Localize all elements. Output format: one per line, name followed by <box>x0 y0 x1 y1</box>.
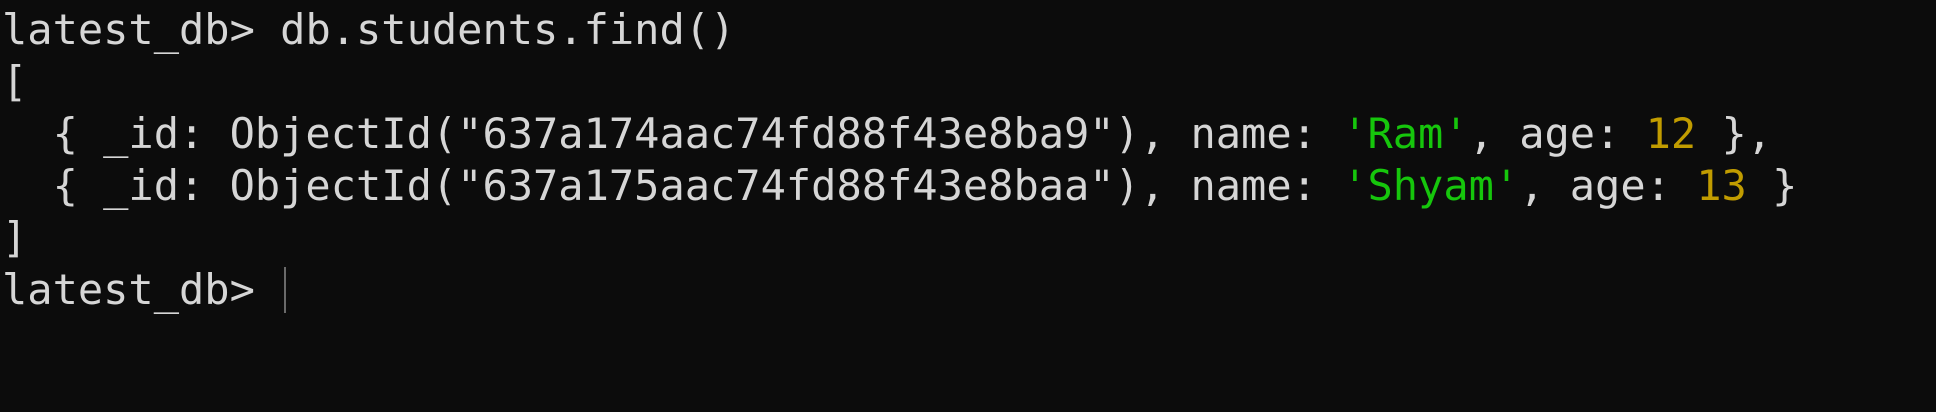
close-bracket: ] <box>2 213 28 262</box>
record-suffix: }, <box>1696 109 1773 158</box>
record-prefix: { _id: <box>2 109 230 158</box>
age-value: 13 <box>1696 161 1747 210</box>
prompt: latest_db> <box>2 265 281 314</box>
object-id: ObjectId("637a174aac74fd88f43e8ba9") <box>229 109 1140 158</box>
text-cursor <box>284 266 287 313</box>
name-value: 'Ram' <box>1342 109 1469 158</box>
name-label: , name: <box>1139 161 1343 210</box>
age-value: 12 <box>1645 109 1697 158</box>
age-label: , age: <box>1468 109 1646 158</box>
object-id: ObjectId("637a175aac74fd88f43e8baa") <box>229 161 1140 210</box>
record-prefix: { _id: <box>2 161 230 210</box>
age-label: , age: <box>1519 161 1697 210</box>
terminal-window[interactable]: latest_db> db.students.find() [ { _id: O… <box>0 0 1936 412</box>
name-value: 'Shyam' <box>1342 161 1520 210</box>
prompt: latest_db> <box>2 5 281 54</box>
result-record: { _id: ObjectId("637a175aac74fd88f43e8ba… <box>0 160 1936 212</box>
open-bracket: [ <box>2 57 28 106</box>
input-line[interactable]: latest_db> <box>0 264 1936 316</box>
command-line: latest_db> db.students.find() <box>0 4 1936 56</box>
result-record: { _id: ObjectId("637a174aac74fd88f43e8ba… <box>0 108 1936 160</box>
name-label: , name: <box>1139 109 1343 158</box>
record-suffix: } <box>1746 161 1798 210</box>
command-text: db.students.find() <box>280 5 736 54</box>
